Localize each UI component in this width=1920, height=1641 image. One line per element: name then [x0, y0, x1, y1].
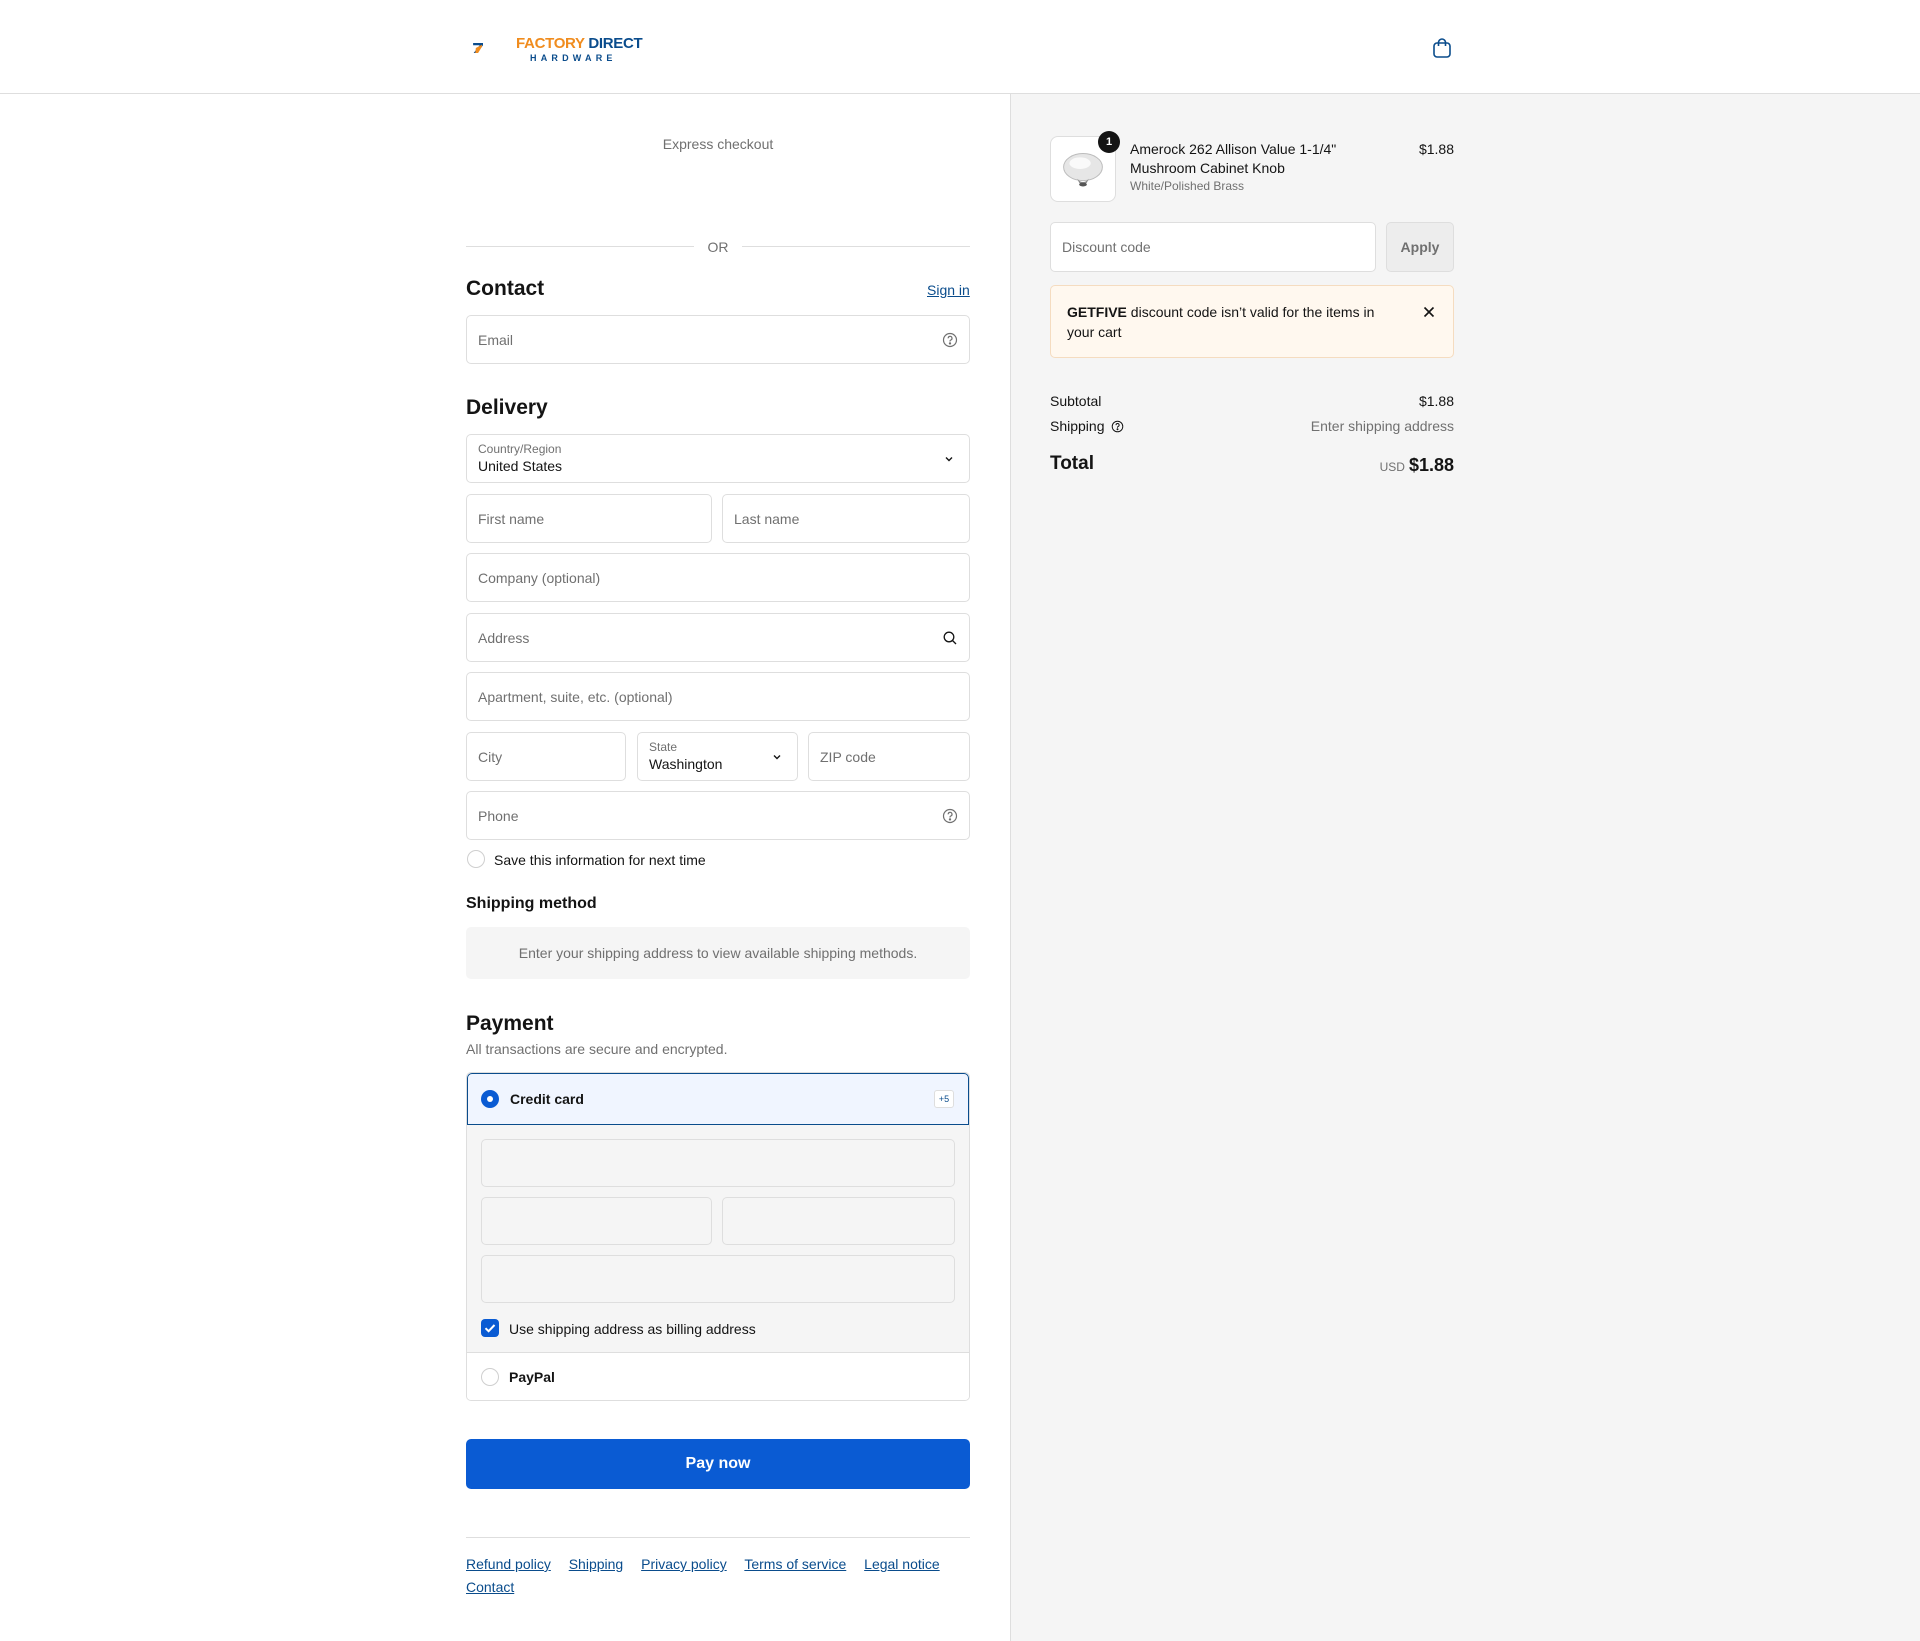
card-security-code-field[interactable]: [722, 1197, 955, 1245]
help-circle-icon[interactable]: [1111, 420, 1124, 433]
email-field[interactable]: [466, 315, 970, 364]
payment-options: Credit card +5 Use shipping address as b…: [466, 1072, 970, 1401]
logo-word-factory: FACTORY: [516, 35, 585, 52]
card-number-field[interactable]: [481, 1139, 955, 1187]
zip-field[interactable]: [808, 732, 970, 781]
state-value: Washington: [649, 756, 723, 772]
or-divider: OR: [466, 237, 970, 257]
header: FACTORY DIRECT HARDWARE: [0, 0, 1920, 94]
address-field[interactable]: [466, 613, 970, 662]
subtotal-label: Subtotal: [1050, 393, 1102, 409]
paypal-radio[interactable]: [481, 1368, 499, 1386]
payment-subtitle: All transactions are secure and encrypte…: [466, 1041, 728, 1057]
city-field[interactable]: [466, 732, 626, 781]
city-input[interactable]: [467, 733, 625, 780]
contact-title: Contact: [466, 277, 545, 300]
shipping-method-title: Shipping method: [466, 895, 597, 912]
footer-divider: [466, 1537, 970, 1538]
chevron-down-icon: [945, 457, 953, 462]
total-value: $1.88: [1408, 455, 1454, 475]
company-input[interactable]: [467, 554, 969, 601]
subtotal-value: $1.88: [1418, 393, 1454, 409]
discount-code-field[interactable]: [1050, 222, 1376, 272]
express-checkout-label: Express checkout: [662, 136, 774, 152]
address-input[interactable]: [467, 614, 969, 661]
brand-wordmark[interactable]: FACTORY DIRECT HARDWARE: [516, 35, 643, 64]
footer-link-shipping[interactable]: Shipping: [569, 1556, 624, 1572]
apply-discount-button[interactable]: Apply: [1386, 222, 1454, 272]
last-name-field[interactable]: [722, 494, 970, 543]
email-input[interactable]: [467, 316, 969, 363]
shopping-bag-icon[interactable]: [1430, 36, 1454, 60]
footer-link-terms-of-service[interactable]: Terms of service: [744, 1556, 846, 1572]
close-icon[interactable]: [1421, 304, 1437, 320]
or-text: OR: [707, 239, 729, 255]
phone-field[interactable]: [466, 791, 970, 840]
brand-logo-icon[interactable]: [472, 26, 516, 70]
card-expiry-field[interactable]: [481, 1197, 712, 1245]
delivery-title: Delivery: [466, 396, 548, 419]
billing-same-label: Use shipping address as billing address: [509, 1321, 756, 1337]
product-variant: White/Polished Brass: [1130, 179, 1245, 193]
first-name-input[interactable]: [467, 495, 711, 542]
company-field[interactable]: [466, 553, 970, 602]
footer-link-refund-policy[interactable]: Refund policy: [466, 1556, 551, 1572]
discount-code-input[interactable]: [1051, 223, 1375, 271]
logo-word-direct: DIRECT: [588, 35, 643, 52]
footer-links: Refund policy Shipping Privacy policy Te…: [466, 1553, 970, 1599]
currency-code: USD: [1379, 460, 1405, 474]
search-icon: [943, 631, 957, 645]
apartment-field[interactable]: [466, 672, 970, 721]
state-label: State: [649, 740, 678, 754]
logo-word-hardware: HARDWARE: [530, 53, 617, 63]
discount-error-text: GETFIVE discount code isn’t valid for th…: [1067, 302, 1397, 342]
credit-card-form: Use shipping address as billing address: [467, 1125, 969, 1353]
more-cards-badge: +5: [934, 1090, 954, 1108]
pay-now-button[interactable]: Pay now: [466, 1439, 970, 1489]
shipping-label: Shipping: [1050, 418, 1105, 434]
billing-same-checkbox[interactable]: [481, 1319, 499, 1337]
country-select[interactable]: Country/Region United States: [466, 434, 970, 483]
phone-input[interactable]: [467, 792, 969, 839]
country-label: Country/Region: [478, 442, 562, 456]
help-circle-icon[interactable]: [942, 808, 958, 824]
apartment-input[interactable]: [467, 673, 969, 720]
discount-error-alert: GETFIVE discount code isn’t valid for th…: [1050, 285, 1454, 358]
quantity-badge: 1: [1098, 131, 1120, 153]
sign-in-link[interactable]: Sign in: [927, 282, 970, 298]
zip-input[interactable]: [809, 733, 969, 780]
checkmark-icon: [484, 1324, 496, 1333]
payment-title: Payment: [466, 1012, 554, 1035]
shipping-method-message: Enter your shipping address to view avai…: [466, 927, 970, 979]
total-label: Total: [1050, 453, 1094, 474]
product-name: Amerock 262 Allison Value 1-1/4" Mushroo…: [1130, 141, 1337, 176]
save-info-label: Save this information for next time: [494, 852, 706, 868]
subtotal-row: Subtotal $1.88: [1050, 393, 1454, 409]
footer-link-legal-notice[interactable]: Legal notice: [864, 1556, 940, 1572]
product-price: $1.88: [1418, 141, 1454, 157]
card-name-field[interactable]: [481, 1255, 955, 1303]
shipping-value: Enter shipping address: [1310, 418, 1454, 434]
discount-error-code: GETFIVE: [1067, 304, 1127, 320]
footer-link-contact[interactable]: Contact: [466, 1579, 514, 1595]
credit-card-option[interactable]: Credit card +5: [467, 1073, 969, 1125]
chevron-down-icon: [773, 755, 781, 760]
country-value: United States: [478, 458, 563, 474]
credit-card-radio[interactable]: [481, 1090, 499, 1108]
paypal-label: PayPal: [509, 1369, 555, 1385]
help-circle-icon[interactable]: [942, 332, 958, 348]
shipping-row: Shipping Enter shipping address: [1050, 418, 1454, 434]
paypal-option[interactable]: PayPal: [467, 1353, 969, 1400]
save-info-checkbox[interactable]: [467, 850, 485, 868]
footer-link-privacy-policy[interactable]: Privacy policy: [641, 1556, 727, 1572]
total-row: Total USD $1.88: [1050, 453, 1454, 479]
first-name-field[interactable]: [466, 494, 712, 543]
state-select[interactable]: State Washington: [637, 732, 798, 781]
last-name-input[interactable]: [723, 495, 969, 542]
credit-card-label: Credit card: [510, 1091, 584, 1107]
